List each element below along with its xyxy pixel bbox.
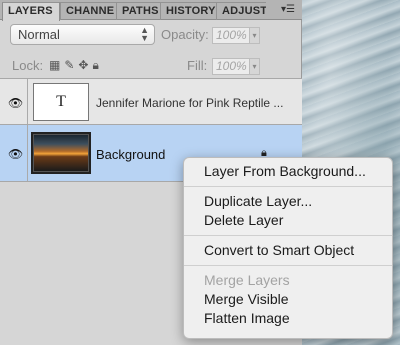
lock-image-pixels-icon[interactable]: ✎ [64,58,78,72]
tab-channels[interactable]: CHANNE [60,2,116,20]
lock-position-icon[interactable]: ✥ [78,58,92,72]
chevron-down-icon[interactable]: ▾ [249,28,259,43]
fill-field[interactable]: 100% ▾ [212,58,260,75]
tab-layers[interactable]: LAYERS [2,2,60,21]
menu-item-delete-layer[interactable]: Delete Layer [184,211,392,230]
tab-paths[interactable]: PATHS [116,2,160,20]
lock-all-icon[interactable]: 🔒︎ [92,58,102,72]
layer-name: Jennifer Marione for Pink Reptile ... [96,96,284,110]
blend-opacity-row: Normal ▲ ▼ Opacity: 100% ▾ [0,22,302,48]
panel-menu-icon[interactable]: ▾☰ [280,3,296,16]
blend-mode-select[interactable]: Normal ▲ ▼ [10,24,155,45]
panel-tab-bar: LAYERS CHANNE PATHS HISTORY ADJUSTı ▾☰ [0,0,302,21]
lock-fill-row: Lock: ▦✎✥🔒︎ Fill: 100% ▾ [0,54,302,78]
menu-separator [184,235,392,236]
menu-item-merge-layers: Merge Layers [204,272,290,288]
fill-value: 100% [216,59,247,73]
menu-item-convert-smart-object[interactable]: Convert to Smart Object [184,241,392,260]
background-layer-thumbnail [31,132,91,174]
layer-name: Background [96,147,166,162]
tab-adjustments[interactable]: ADJUSTı [216,2,266,20]
menu-item-duplicate-layer[interactable]: Duplicate Layer... [184,192,392,211]
visibility-toggle[interactable]: 👁︎ [0,79,28,124]
menu-separator [184,265,392,266]
opacity-field[interactable]: 100% ▾ [212,27,260,44]
lock-label: Lock: [12,58,44,73]
menu-item-flatten-image[interactable]: Flatten Image [184,309,392,328]
eye-icon: 👁︎ [8,147,24,161]
layer-row-text[interactable]: 👁︎ T Jennifer Marione for Pink Reptile .… [0,79,302,125]
text-layer-thumbnail: T [33,83,89,121]
context-menu: Layer From Background... Duplicate Layer… [183,157,393,339]
visibility-toggle[interactable]: 👁︎ [0,125,28,181]
chevron-down-icon[interactable]: ▾ [249,59,259,74]
eye-icon: 👁︎ [8,95,24,110]
lock-options: ▦✎✥🔒︎ [49,58,103,73]
chevron-updown-icon: ▲ ▼ [140,25,149,43]
opacity-value: 100% [216,28,247,42]
opacity-label: Opacity: [161,27,209,42]
menu-item-layer-from-background[interactable]: Layer From Background... [184,162,392,181]
menu-separator [184,186,392,187]
menu-item-merge-visible[interactable]: Merge Visible [184,290,392,309]
fill-label: Fill: [187,58,208,73]
lock-transparent-pixels-icon[interactable]: ▦ [49,58,64,72]
tab-history[interactable]: HISTORY [160,2,216,20]
blend-mode-value: Normal [18,27,60,42]
